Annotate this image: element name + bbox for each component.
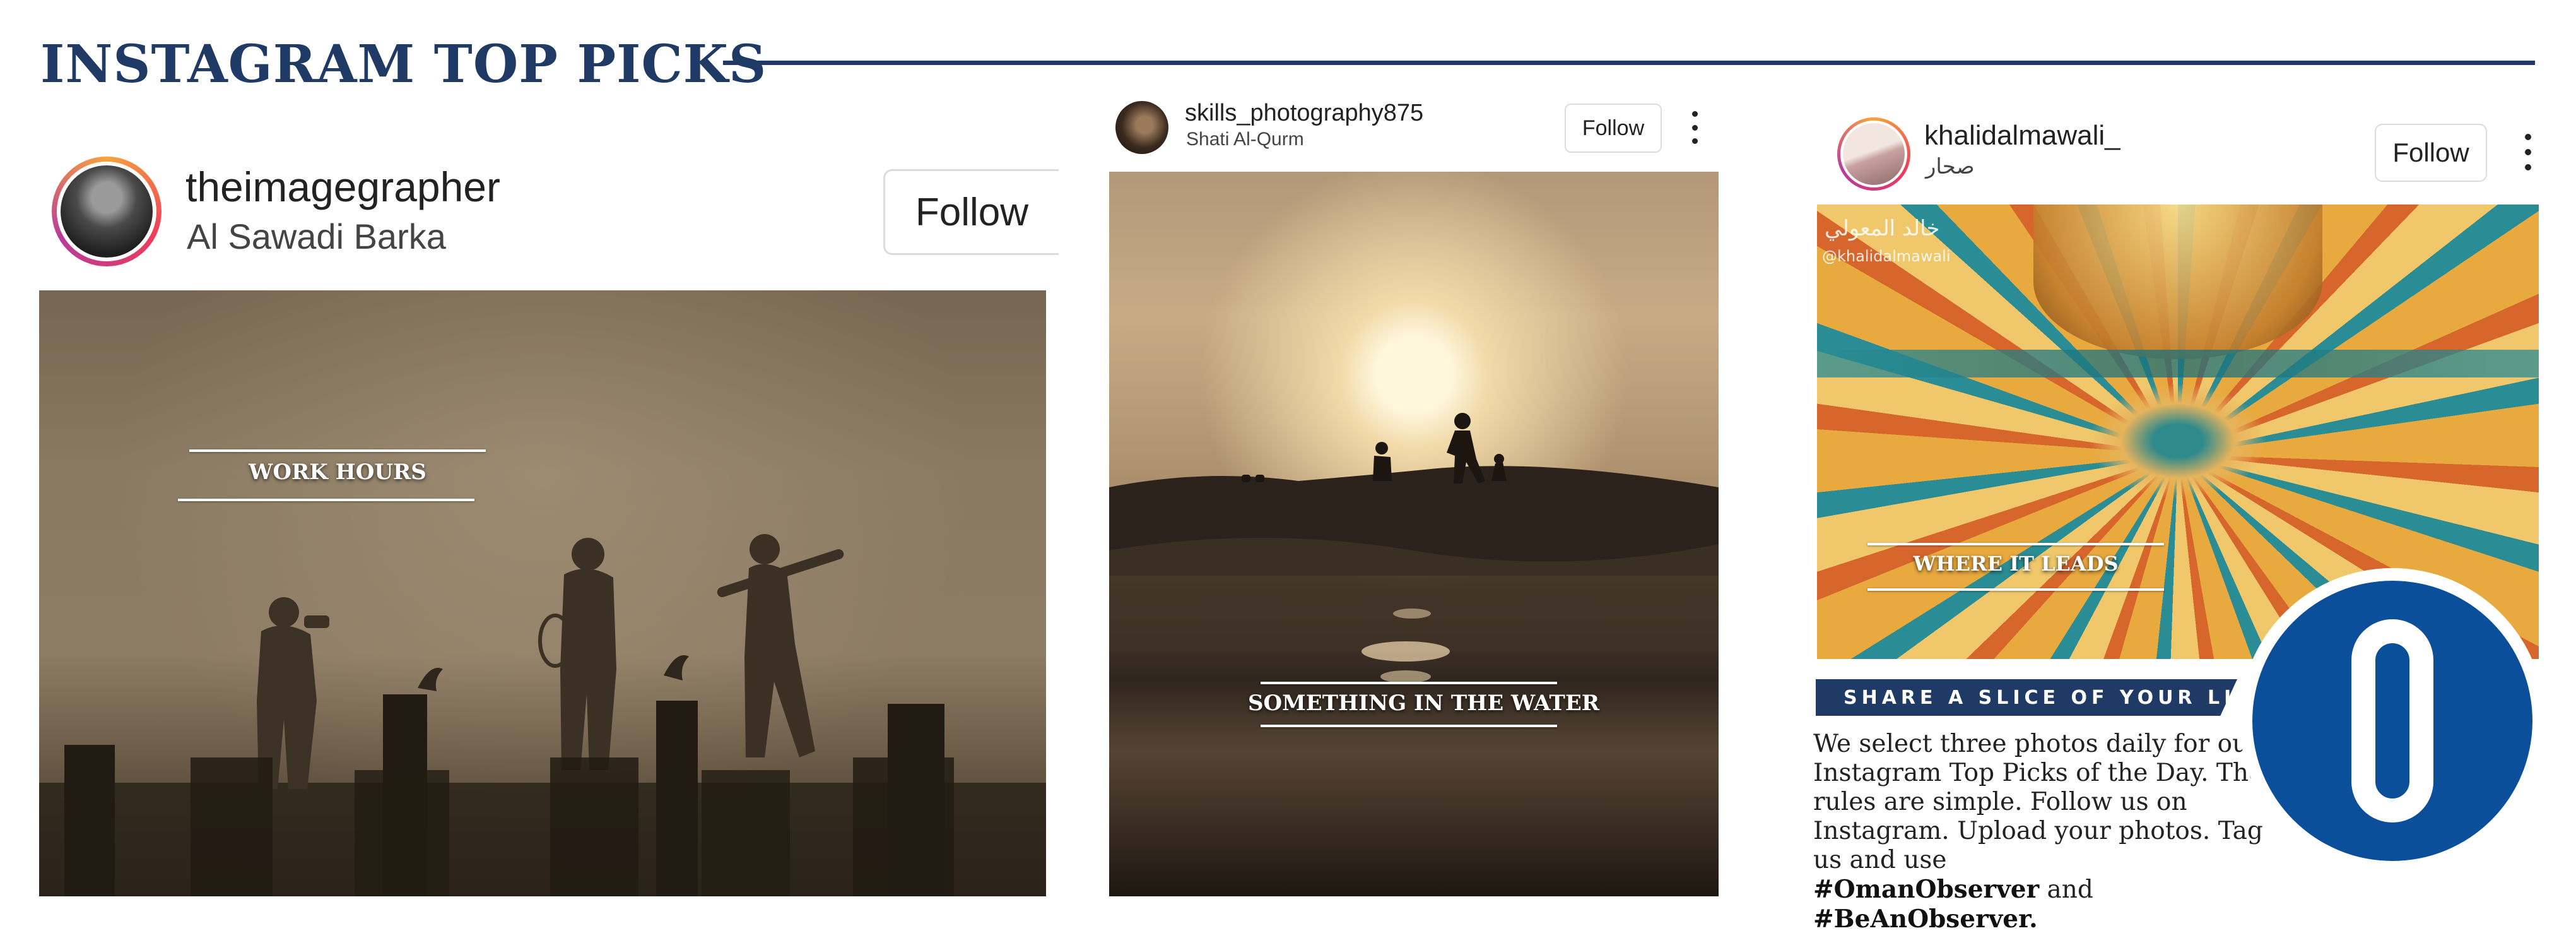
letter-o-logo-icon <box>2351 619 2433 822</box>
post-username[interactable]: khalidalmawali_ <box>1924 120 2120 151</box>
dome-ceiling-image <box>2033 205 2322 359</box>
post-caption: WORK HOURS <box>249 460 426 485</box>
promo-body: We select three photos daily for our Ins… <box>1813 730 2264 874</box>
caption-rule-bottom <box>178 499 474 501</box>
avatar[interactable] <box>1837 117 1910 191</box>
follow-button[interactable]: Follow <box>2375 124 2487 182</box>
caption-rule-top <box>1867 543 2164 545</box>
hashtag-oman-observer: #OmanObserver <box>1813 875 2040 904</box>
post-location[interactable]: صحار <box>1926 154 1975 179</box>
avatar[interactable] <box>52 157 162 266</box>
post-username[interactable]: theimagegrapher <box>185 163 500 211</box>
caption-rule-bottom <box>1867 588 2164 591</box>
follow-button[interactable]: Follow <box>883 169 1059 255</box>
caption-rule-bottom <box>1261 725 1557 727</box>
hashtag-be-an-observer: #BeAnObserver. <box>1813 905 2038 934</box>
avatar[interactable] <box>1115 101 1168 154</box>
promo-joiner: and <box>2047 876 2093 904</box>
promo-banner: SHARE A SLICE OF YOUR LIFE <box>1816 679 2237 716</box>
caption-rule-top <box>189 449 486 452</box>
page-title: INSTAGRAM TOP PICKS <box>40 34 767 95</box>
post-username[interactable]: skills_photography875 <box>1185 100 1423 127</box>
title-divider <box>723 61 2535 65</box>
more-options-icon[interactable] <box>1691 111 1698 144</box>
post-photo[interactable]: WORK HOURS <box>39 290 1046 896</box>
photo-watermark-name: خالد المعولي <box>1825 216 1940 241</box>
photo-watermark-handle: @khalidalmawali <box>1822 247 1951 265</box>
more-options-icon[interactable] <box>2524 134 2532 170</box>
promo-text: We select three photos daily for our Ins… <box>1813 730 2293 934</box>
post-photo[interactable]: SOMETHING IN THE WATER <box>1109 172 1719 896</box>
caption-rule-top <box>1261 682 1557 684</box>
sea-sunset-image <box>1109 413 1719 683</box>
follow-button[interactable]: Follow <box>1565 104 1662 153</box>
post-caption: SOMETHING IN THE WATER <box>1248 691 1599 716</box>
silhouette-scene-image <box>39 534 1046 896</box>
post-caption: WHERE IT LEADS <box>1913 552 2119 576</box>
post-location[interactable]: Al Sawadi Barka <box>187 216 446 257</box>
oman-observer-logo <box>2240 568 2545 874</box>
post-location[interactable]: Shati Al-Qurm <box>1186 129 1304 150</box>
